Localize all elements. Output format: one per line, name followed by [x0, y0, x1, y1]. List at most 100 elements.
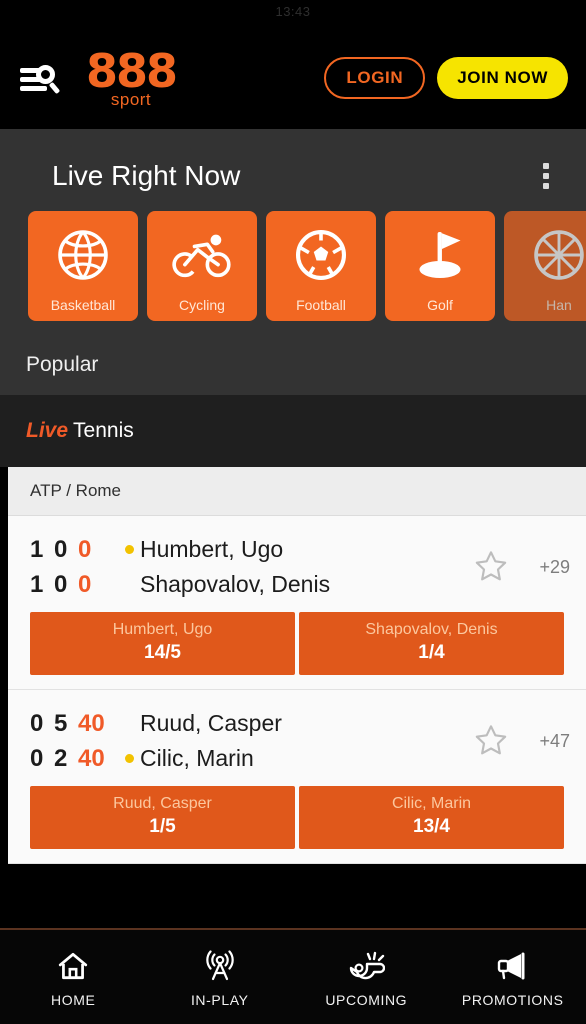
match-summary: 0 5 40 0 2 40 Ruud, Casper Cilic, Marin … [8, 706, 586, 776]
set-score: 5 [54, 709, 68, 737]
nav-label: IN-PLAY [190, 991, 249, 1008]
nav-label: HOME [51, 991, 96, 1008]
kebab-dot [543, 163, 549, 169]
odds-button[interactable]: Shapovalov, Denis 1/4 [299, 612, 564, 675]
markets-count-badge[interactable]: +47 [518, 731, 570, 752]
nav-item-in-play[interactable]: IN-PLAY [147, 947, 294, 1008]
kebab-menu-icon[interactable] [532, 159, 560, 193]
brand-logo[interactable]: 888 sport [86, 43, 178, 108]
cycling-icon [171, 224, 233, 286]
status-clock: 13:43 [275, 4, 311, 19]
sport-tile-label: Football [296, 297, 346, 313]
score-row: 0 5 40 [30, 706, 118, 741]
score-row: 0 2 40 [30, 741, 118, 776]
odds-value: 14/5 [144, 642, 181, 663]
app-header: 888 sport LOGIN JOIN NOW [0, 26, 586, 129]
whistle-icon [347, 947, 386, 985]
match-summary: 1 0 0 1 0 0 Humbert, Ugo Shapovalov, Den… [8, 532, 586, 602]
live-section-title: Live Right Now [52, 160, 241, 191]
match-list: ATP / Rome 1 0 0 1 0 0 Humbert, Ugo Shap… [0, 467, 586, 891]
set-score: 0 [30, 709, 44, 737]
player-name: Humbert, Ugo [140, 536, 284, 562]
football-icon [290, 224, 352, 286]
nav-label: PROMOTIONS [461, 991, 564, 1008]
odds-row: Humbert, Ugo 14/5 Shapovalov, Denis 1/4 [8, 602, 586, 675]
login-button[interactable]: LOGIN [324, 56, 426, 99]
game-points: 0 [78, 570, 92, 598]
player-names: Humbert, Ugo Shapovalov, Denis [140, 532, 464, 602]
favorite-star-icon[interactable] [464, 547, 518, 587]
sport-tile-cycling[interactable]: Cycling [147, 211, 257, 321]
sport-tile-label: Han [546, 297, 572, 313]
odds-button[interactable]: Cilic, Marin 13/4 [299, 786, 564, 849]
sport-tile-football[interactable]: Football [266, 211, 376, 321]
odds-selection-name: Humbert, Ugo [112, 621, 213, 638]
golf-icon [409, 224, 471, 286]
search-circle [36, 64, 55, 84]
score-row: 1 0 0 [30, 567, 118, 602]
kebab-dot [543, 173, 549, 179]
nav-item-promotions[interactable]: PROMOTIONS [440, 947, 586, 1008]
favorite-star-icon[interactable] [464, 721, 518, 761]
handball-icon [528, 224, 586, 286]
odds-selection-name: Shapovalov, Denis [365, 621, 498, 638]
league-header[interactable]: ATP / Rome [8, 467, 586, 516]
sport-tile-label: Basketball [50, 297, 116, 313]
player-name: Cilic, Marin [140, 745, 254, 771]
sport-tiles-carousel[interactable]: Basketball Cycling Football Golf Han [0, 211, 586, 321]
sport-tile-handball[interactable]: Han [504, 211, 586, 321]
nav-item-upcoming[interactable]: UPCOMING [293, 947, 440, 1008]
menu-search-icon[interactable] [18, 58, 64, 98]
app-screen: 13:43 888 sport LOGIN JOIN NOW Live Righ… [0, 0, 586, 1024]
match-row[interactable]: 0 5 40 0 2 40 Ruud, Casper Cilic, Marin … [8, 690, 586, 864]
player-name: Ruud, Casper [140, 710, 282, 736]
sport-tile-basketball[interactable]: Basketball [28, 211, 138, 321]
join-now-button[interactable]: JOIN NOW [437, 56, 568, 99]
game-points: 0 [78, 535, 92, 563]
odds-selection-name: Cilic, Marin [391, 795, 472, 812]
kebab-dot [543, 183, 549, 189]
serve-dot-icon [124, 754, 134, 763]
sport-tile-label: Cycling [179, 297, 225, 313]
logo-888: 888 [86, 43, 178, 98]
set-score: 0 [54, 535, 68, 563]
sport-name: Tennis [73, 419, 134, 442]
odds-value: 1/5 [149, 816, 176, 837]
basketball-icon [52, 224, 114, 286]
score-block: 0 5 40 0 2 40 [30, 706, 118, 776]
menu-line [20, 85, 47, 91]
sport-tile-golf[interactable]: Golf [385, 211, 495, 321]
score-row: 1 0 0 [30, 532, 118, 567]
live-section-header: Live Right Now [0, 129, 586, 211]
player-names: Ruud, Casper Cilic, Marin [140, 706, 464, 776]
odds-button[interactable]: Ruud, Casper 1/5 [30, 786, 295, 849]
odds-value: 1/4 [418, 642, 445, 663]
set-score: 0 [54, 570, 68, 598]
markets-count-badge[interactable]: +29 [518, 557, 570, 578]
nav-item-home[interactable]: HOME [0, 947, 147, 1008]
bottom-navigation: HOME IN-PLAY UPCOMING PROMOTIONS [0, 928, 586, 1024]
search-handle [48, 81, 61, 94]
game-points: 40 [78, 709, 105, 737]
nav-label: UPCOMING [325, 991, 408, 1008]
live-badge: Live [26, 419, 69, 442]
set-score: 1 [30, 535, 44, 563]
odds-row: Ruud, Casper 1/5 Cilic, Marin 13/4 [8, 776, 586, 849]
match-row[interactable]: 1 0 0 1 0 0 Humbert, Ugo Shapovalov, Den… [8, 516, 586, 690]
set-score: 0 [30, 744, 44, 772]
serve-dot-icon [124, 545, 134, 554]
serve-indicator-column [118, 706, 140, 776]
live-right-now-section: Live Right Now Basketball Cycling Footba… [0, 129, 586, 335]
odds-button[interactable]: Humbert, Ugo 14/5 [30, 612, 295, 675]
live-tennis-header[interactable]: Live Tennis [0, 395, 586, 467]
player-name: Shapovalov, Denis [140, 571, 331, 597]
game-points: 40 [78, 744, 105, 772]
odds-value: 13/4 [413, 816, 450, 837]
set-score: 1 [30, 570, 44, 598]
sport-tile-label: Golf [427, 297, 453, 313]
broadcast-tower-icon [202, 947, 238, 985]
serve-indicator-column [118, 532, 140, 602]
status-bar: 13:43 [0, 0, 586, 26]
megaphone-icon [495, 947, 531, 985]
odds-selection-name: Ruud, Casper [113, 795, 212, 812]
